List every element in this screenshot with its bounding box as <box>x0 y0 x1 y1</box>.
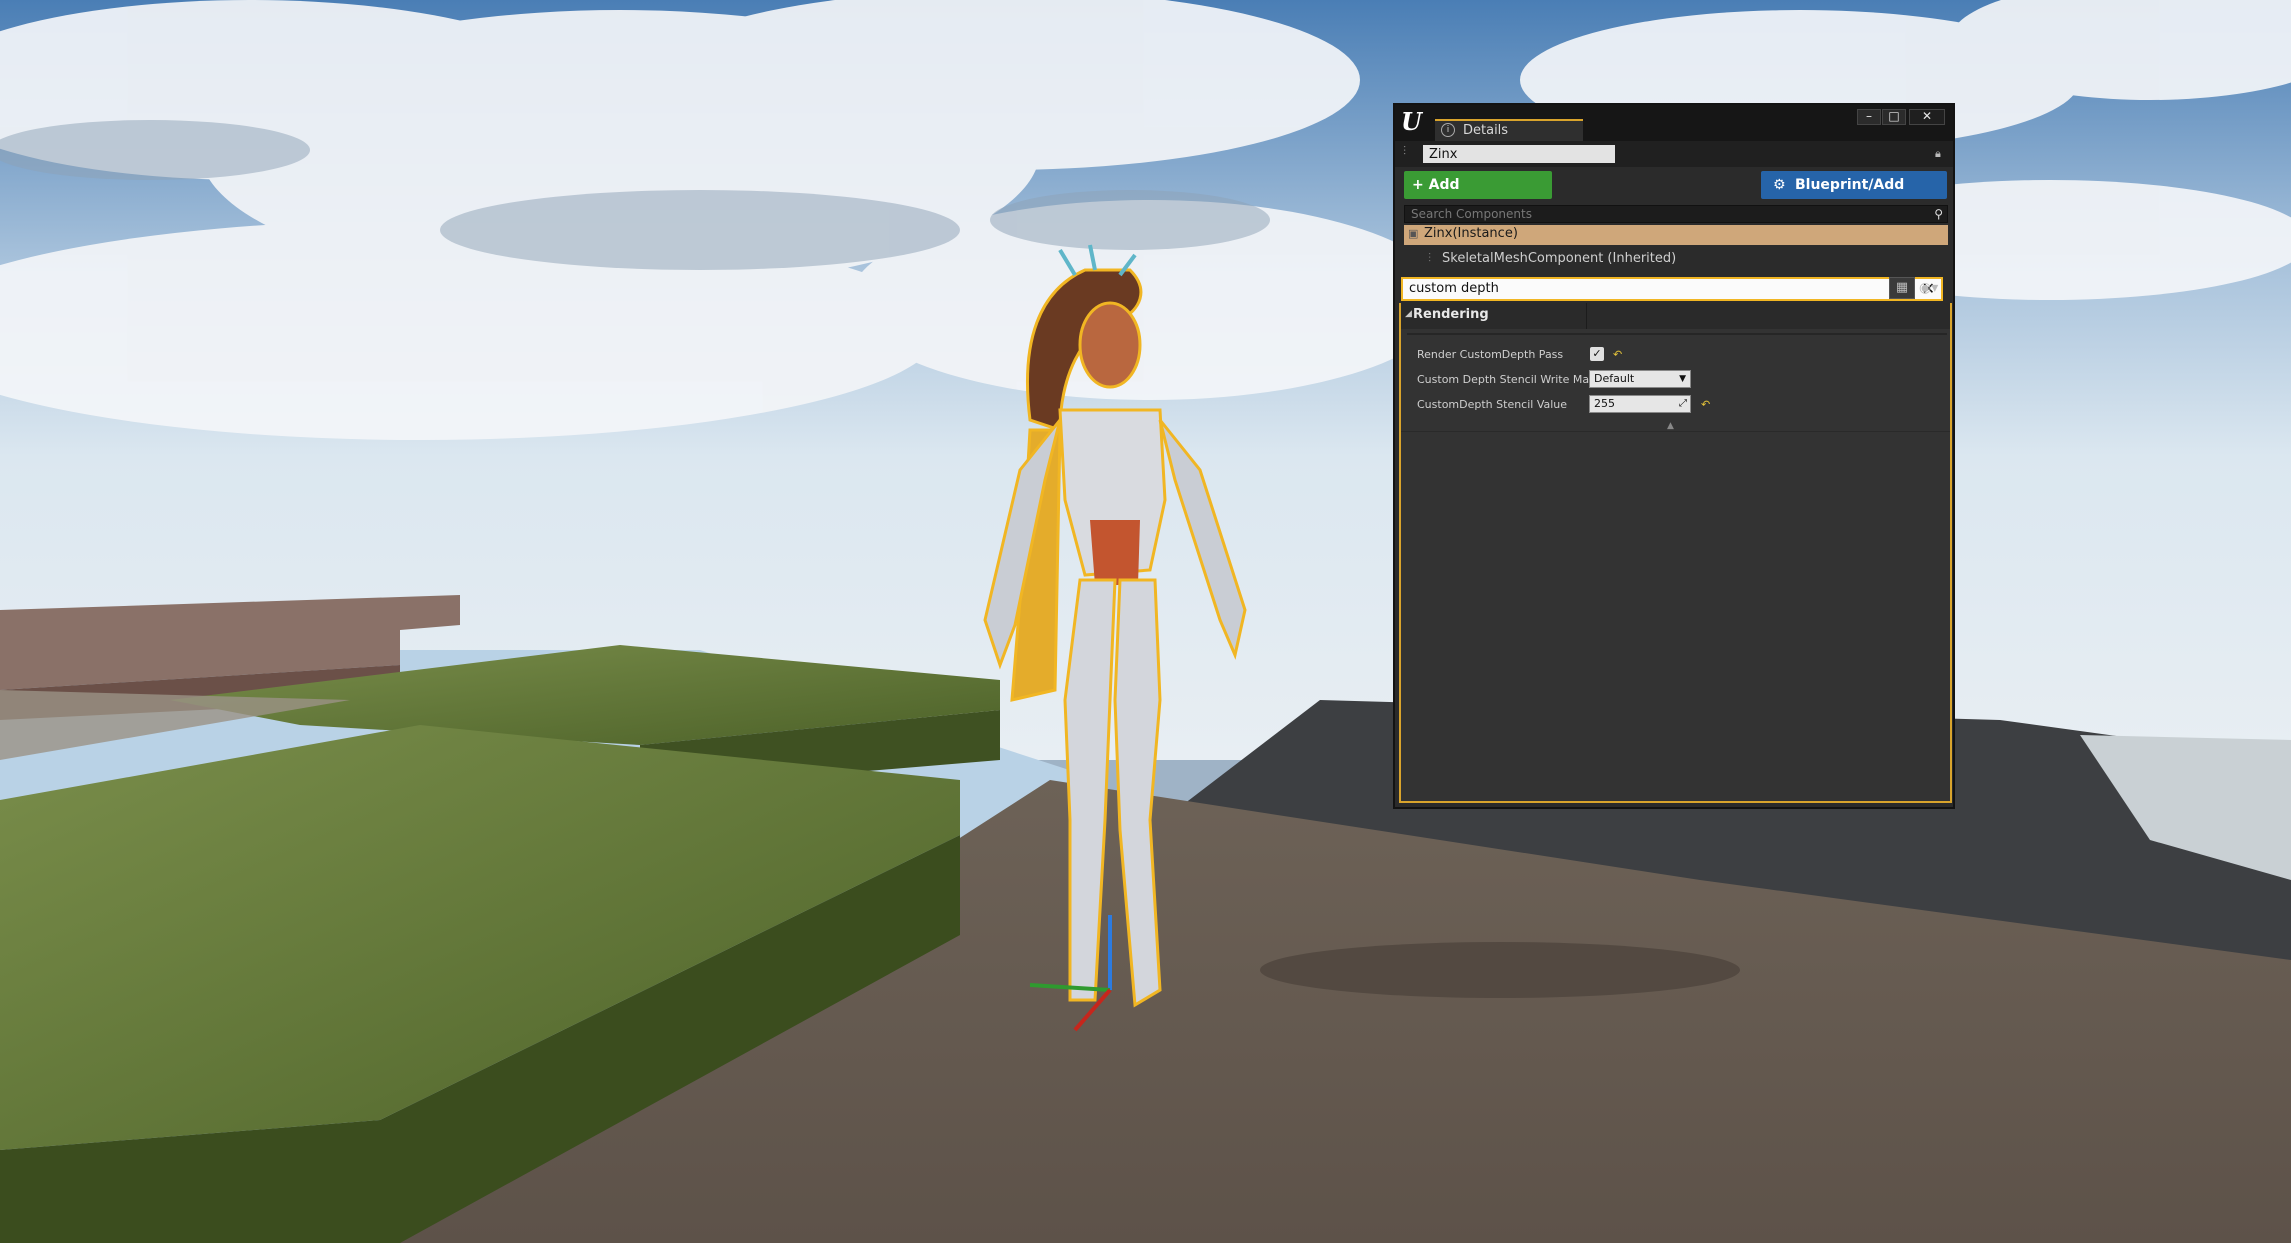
property-search-value: custom depth <box>1409 281 1499 296</box>
lock-icon[interactable]: 🔒︎ <box>1935 147 1947 160</box>
actor-name-field[interactable] <box>1423 145 1615 163</box>
add-component-button[interactable]: + Add Component ▾ <box>1404 171 1552 221</box>
lock-icon: ▣ <box>1408 227 1419 240</box>
character-shadow <box>1260 942 1740 998</box>
category-rendering-label: Rendering <box>1413 307 1489 322</box>
window-titlebar[interactable]: U i Details – □ ✕ <box>1395 105 1953 141</box>
blueprint-icon: ⚙ <box>1773 177 1786 193</box>
component-tree-item[interactable]: ⫶ SkeletalMeshComponent (Inherited) <box>1404 247 1948 271</box>
divider <box>1401 431 1950 432</box>
property-row-render-customdepth: Render CustomDepth Pass ✓ ↶ <box>1401 343 1950 367</box>
reset-to-default-icon[interactable]: ↶ <box>1701 398 1710 411</box>
category-rendering-header[interactable]: ◢ Rendering <box>1401 303 1950 329</box>
actor-name-row: ⫶ 🔒︎ <box>1395 141 1953 167</box>
property-label: Custom Depth Stencil Write Mask <box>1417 373 1602 386</box>
field-value: 255 <box>1594 397 1615 410</box>
minimize-button[interactable]: – <box>1857 109 1881 125</box>
component-tree-root[interactable]: ▣ Zinx(Instance) <box>1404 225 1948 245</box>
stencil-write-mask-dropdown[interactable]: Default ▼ <box>1589 370 1691 388</box>
unreal-logo-icon: U <box>1401 107 1422 136</box>
view-options-eye-icon[interactable]: ◉▾ <box>1919 277 1951 299</box>
actor-icon: ⫶ <box>1403 144 1407 158</box>
properties-panel: ◢ Rendering Render CustomDepth Pass ✓ ↶ … <box>1399 303 1952 803</box>
component-root-label: Zinx(Instance) <box>1424 226 1518 241</box>
spinner-icon[interactable]: ⤢ <box>1679 396 1687 412</box>
tab-details-label: Details <box>1463 123 1509 138</box>
dropdown-value: Default <box>1594 372 1635 385</box>
property-row-stencil-value: CustomDepth Stencil Value 255 ⤢ ↶ <box>1401 393 1950 417</box>
property-label: CustomDepth Stencil Value <box>1417 398 1568 411</box>
column-divider[interactable] <box>1586 303 1587 329</box>
chevron-down-icon: ▼ <box>1679 374 1686 384</box>
stencil-value-field[interactable]: 255 ⤢ <box>1589 395 1691 413</box>
component-child-label: SkeletalMeshComponent (Inherited) <box>1442 251 1677 266</box>
divider <box>1407 333 1947 335</box>
search-components-placeholder: Search Components <box>1411 207 1532 221</box>
search-icon: ⚲ <box>1934 207 1943 221</box>
tab-details[interactable]: i Details <box>1435 119 1583 141</box>
branch-icon: ⫶ <box>1428 251 1432 265</box>
render-customdepth-checkbox[interactable]: ✓ <box>1590 347 1604 361</box>
details-panel-window[interactable]: U i Details – □ ✕ ⫶ 🔒︎ + Add Component ▾… <box>1393 103 1955 809</box>
info-icon: i <box>1441 123 1455 137</box>
property-row-stencil-write-mask: Custom Depth Stencil Write Mask Default … <box>1401 368 1950 392</box>
close-button[interactable]: ✕ <box>1909 109 1945 125</box>
property-search-input[interactable]: custom depth ✕ <box>1401 277 1943 301</box>
collapse-arrow-icon: ◢ <box>1405 309 1412 319</box>
advanced-expand-icon[interactable]: ▲ <box>1667 421 1674 431</box>
property-matrix-button[interactable]: ▦ <box>1889 277 1915 299</box>
property-label: Render CustomDepth Pass <box>1417 348 1564 361</box>
blueprint-add-script-button[interactable]: ⚙ Blueprint/Add Script <box>1761 171 1947 221</box>
maximize-button[interactable]: □ <box>1882 109 1906 125</box>
reset-to-default-icon[interactable]: ↶ <box>1613 348 1622 361</box>
search-components-input[interactable]: Search Components ⚲ <box>1404 205 1948 223</box>
